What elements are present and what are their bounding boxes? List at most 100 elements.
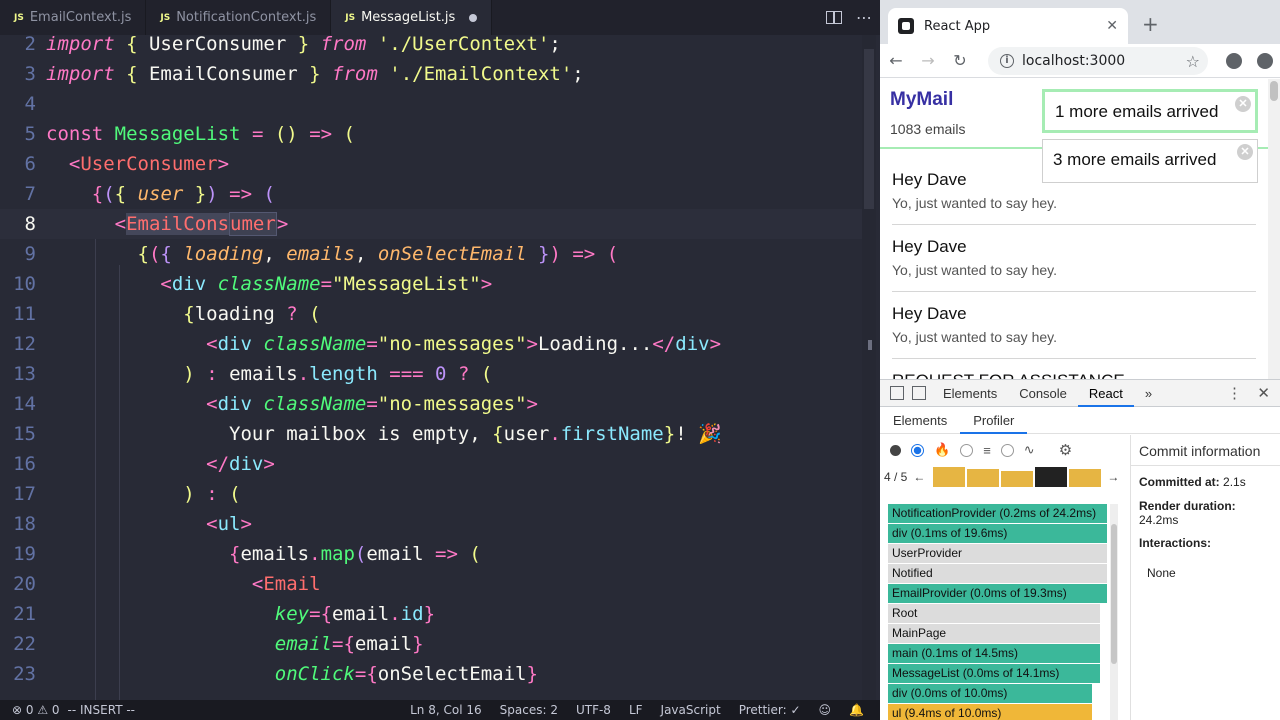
forward-icon[interactable]: →: [912, 51, 944, 70]
browser-tab[interactable]: React App ✕: [888, 8, 1128, 44]
code-line: 2 import { UserConsumer } from './UserCon…: [24, 33, 561, 55]
email-preview: Yo, just wanted to say hey.: [892, 195, 1057, 211]
render-duration-value: 24.2ms: [1139, 513, 1179, 527]
more-tabs-icon[interactable]: »: [1134, 380, 1163, 407]
list-item[interactable]: Hey Dave Yo, just wanted to say hey.: [892, 225, 1256, 292]
flame-row[interactable]: UserProvider: [888, 544, 1107, 563]
prev-commit-icon[interactable]: ←: [913, 470, 925, 484]
email-count: 1083 emails: [890, 121, 966, 137]
flame-row[interactable]: MainPage: [888, 624, 1100, 643]
flame-row[interactable]: MessageList (0.0ms of 14.1ms): [888, 664, 1100, 683]
encoding[interactable]: UTF-8: [576, 703, 611, 717]
notifications-bell-icon[interactable]: 🔔: [849, 703, 864, 717]
inspect-element-icon[interactable]: [890, 386, 904, 400]
back-icon[interactable]: ←: [880, 51, 912, 70]
tab-react[interactable]: React: [1077, 380, 1134, 407]
info-icon[interactable]: i: [1000, 54, 1014, 68]
tab-profiler[interactable]: Profiler: [960, 408, 1028, 434]
email-subject: REQUEST FOR ASSISTANCE: [892, 371, 1125, 379]
notification-toast: 1 more emails arrived ✕: [1042, 89, 1258, 133]
unsaved-dot-icon[interactable]: [469, 13, 478, 22]
tab-react-elements[interactable]: Elements: [880, 408, 960, 434]
list-item[interactable]: Hey Dave Yo, just wanted to say hey.: [892, 158, 1256, 225]
cursor-position[interactable]: Ln 8, Col 16: [410, 703, 482, 717]
flame-row[interactable]: ul (9.4ms of 10.0ms): [888, 704, 1092, 720]
code-line: 7 {({ user }) => (: [24, 183, 275, 205]
split-editor-icon[interactable]: [826, 11, 842, 24]
indentation[interactable]: Spaces: 2: [500, 703, 558, 717]
flame-chart-radio[interactable]: [911, 443, 924, 457]
code-editor: JS EmailContext.js JS NotificationContex…: [0, 0, 880, 720]
tab-label: NotificationContext.js: [176, 10, 317, 25]
code-line: 20 <Email: [13, 573, 321, 595]
code-line: 12 <div className="no-messages">Loading.…: [13, 333, 722, 355]
flame-icon: 🔥: [934, 442, 951, 457]
committed-at-label: Committed at: 2.1s: [1139, 475, 1246, 489]
commit-selector: 4 / 5 ← →: [884, 465, 1130, 489]
code-line: 13 ) : emails.length === 0 ? (: [13, 363, 493, 385]
page-viewport: MyMail 1083 emails 1 more emails arrived…: [880, 79, 1280, 379]
profile-avatar-icon[interactable]: [1226, 53, 1242, 69]
vim-mode: -- INSERT --: [67, 703, 136, 717]
commit-bar[interactable]: [967, 469, 1000, 487]
error-count[interactable]: ⊗ 0 ⚠ 0: [12, 703, 60, 717]
code-line: 22 email={email}: [13, 633, 424, 655]
tab-label: MessageList.js: [361, 10, 456, 25]
ranked-chart-radio[interactable]: [960, 443, 974, 457]
flame-row[interactable]: main (0.1ms of 14.5ms): [888, 644, 1100, 663]
language-mode[interactable]: JavaScript: [661, 703, 721, 717]
flame-row[interactable]: NotificationProvider (0.2ms of 24.2ms): [888, 504, 1107, 523]
devtools-menu-icon[interactable]: ⋮: [1227, 384, 1242, 402]
code-line: 23 onClick={onSelectEmail}: [13, 663, 538, 685]
address-bar[interactable]: i localhost:3000 ☆: [988, 47, 1208, 75]
interactions-radio[interactable]: [1000, 443, 1014, 457]
editor-scrollbar[interactable]: [862, 35, 876, 700]
browser-window: React App ✕ + ← → ↻ i localhost:3000 ☆ M…: [880, 0, 1280, 720]
devtools-panel: Elements Console React » ⋮ ✕ Elements Pr…: [880, 379, 1280, 720]
code-line: 6 <UserConsumer>: [24, 153, 230, 175]
flame-row[interactable]: Root: [888, 604, 1100, 623]
close-tab-icon[interactable]: ✕: [1106, 18, 1118, 34]
feedback-icon[interactable]: ☺: [819, 703, 832, 717]
code-line-current: 8 <EmailConsumer>: [0, 209, 862, 239]
new-tab-icon[interactable]: +: [1142, 12, 1159, 36]
flame-row[interactable]: div (0.0ms of 10.0ms): [888, 684, 1092, 703]
record-icon[interactable]: [890, 444, 901, 456]
more-actions-icon[interactable]: ⋯: [856, 8, 872, 27]
commit-bar[interactable]: [1069, 469, 1102, 487]
flame-row[interactable]: div (0.1ms of 19.6ms): [888, 524, 1107, 543]
commit-bar-selected[interactable]: [1035, 467, 1068, 487]
flame-row[interactable]: EmailProvider (0.0ms of 19.3ms): [888, 584, 1107, 603]
page-scrollbar[interactable]: [1268, 79, 1280, 379]
js-file-icon: JS: [160, 12, 171, 23]
list-item[interactable]: REQUEST FOR ASSISTANCE: [892, 359, 1256, 379]
profiler-toolbar: 🔥 ≡ ∿ ⚙: [880, 435, 1130, 465]
flame-scrollbar[interactable]: [1110, 504, 1118, 720]
list-item[interactable]: Hey Dave Yo, just wanted to say hey.: [892, 292, 1256, 359]
dismiss-icon[interactable]: ✕: [1235, 96, 1251, 112]
code-line: 3 import { EmailConsumer } from './EmailC…: [24, 63, 584, 85]
close-devtools-icon[interactable]: ✕: [1257, 384, 1270, 402]
gear-icon[interactable]: ⚙: [1059, 441, 1072, 459]
next-commit-icon[interactable]: →: [1107, 470, 1119, 484]
browser-tab-title: React App: [924, 18, 991, 34]
tab-elements[interactable]: Elements: [932, 380, 1008, 407]
email-subject: Hey Dave: [892, 237, 967, 256]
code-area[interactable]: 2 import { UserConsumer } from './UserCon…: [0, 29, 862, 701]
commit-bar[interactable]: [933, 467, 966, 487]
device-toolbar-icon[interactable]: [912, 386, 926, 400]
flame-row[interactable]: Notified: [888, 564, 1107, 583]
commit-bar[interactable]: [1001, 471, 1034, 487]
line-ending[interactable]: LF: [629, 703, 643, 717]
reload-icon[interactable]: ↻: [944, 51, 976, 70]
prettier-status[interactable]: Prettier: ✓: [739, 703, 801, 717]
email-preview: Yo, just wanted to say hey.: [892, 329, 1057, 345]
commit-bars[interactable]: [933, 467, 1102, 487]
commit-info-title: Commit information: [1139, 443, 1261, 459]
code-line: 18 <ul>: [13, 513, 252, 535]
bookmark-star-icon[interactable]: ☆: [1186, 52, 1200, 71]
extension-icon[interactable]: [1257, 53, 1273, 69]
code-line: 4: [24, 93, 36, 115]
tab-console[interactable]: Console: [1008, 380, 1078, 407]
code-line: 15 Your mailbox is empty, {user.firstNam…: [13, 423, 722, 445]
